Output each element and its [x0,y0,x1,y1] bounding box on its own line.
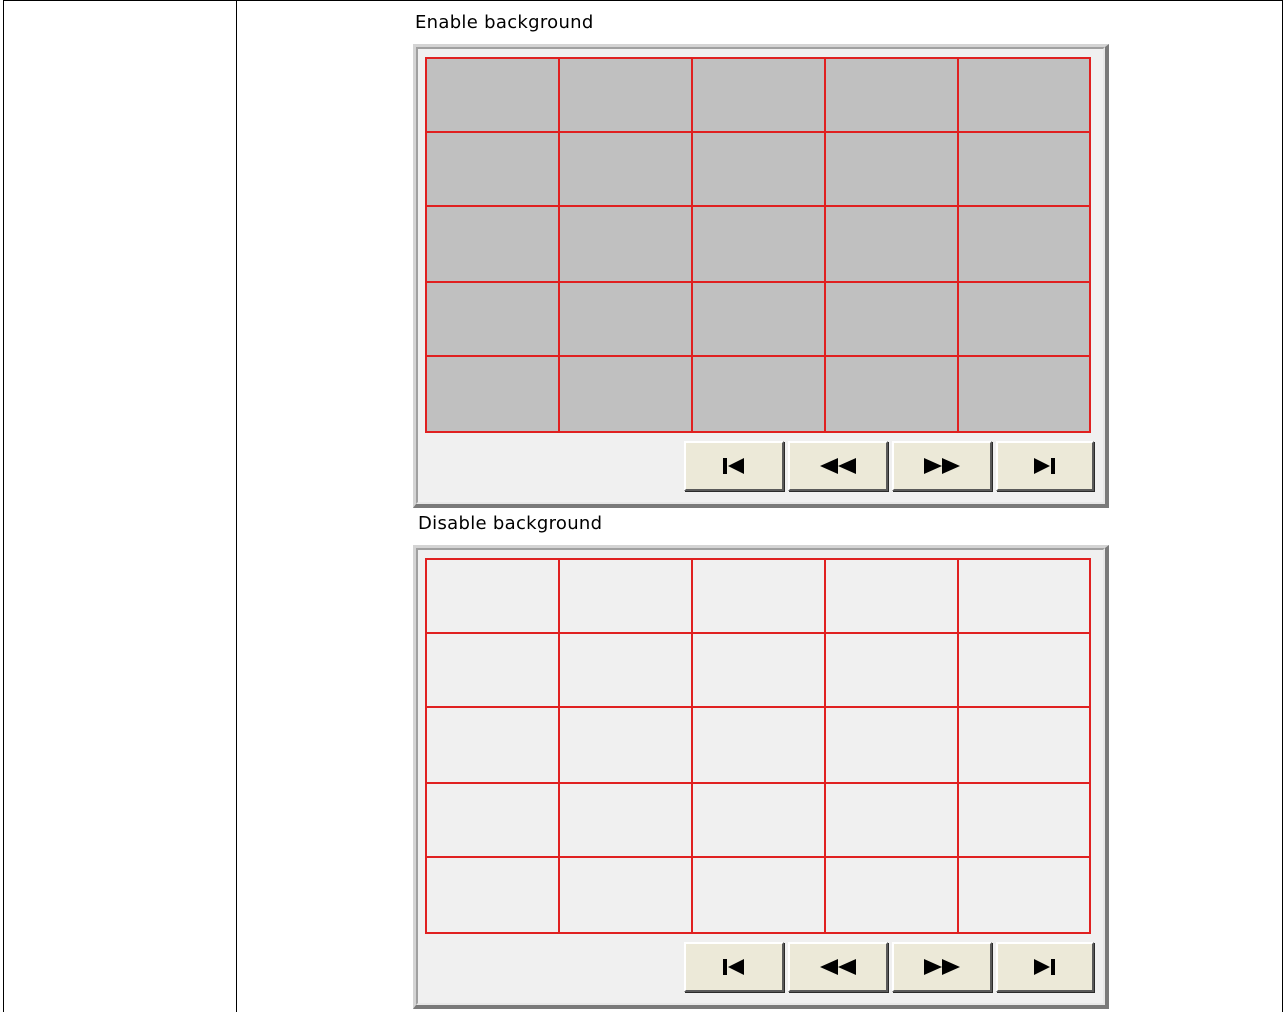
grid-cell[interactable] [427,283,560,357]
grid-cell[interactable] [826,784,959,858]
grid-cell[interactable] [826,133,959,207]
grid-cell[interactable] [560,634,693,708]
grid-cell[interactable] [427,708,560,784]
grid-cell[interactable] [560,784,693,858]
grid-cell[interactable] [560,133,693,207]
grid-cell[interactable] [959,784,1091,858]
grid-cell[interactable] [560,283,693,357]
grid-cell[interactable] [560,207,693,283]
next-page-button[interactable] [892,441,992,491]
grid-cell[interactable] [693,858,826,934]
grid-cell[interactable] [427,59,560,133]
column-divider [236,0,237,1012]
panel-caption: Enable background [415,12,594,33]
grid-cell[interactable] [959,634,1091,708]
grid-cell[interactable] [826,59,959,133]
grid-cell[interactable] [826,858,959,934]
pager-panel [413,44,1109,508]
grid-cell[interactable] [959,560,1091,634]
grid-cell[interactable] [826,560,959,634]
cell-grid [425,558,1091,934]
first-page-button[interactable] [684,441,784,491]
grid-cell[interactable] [560,59,693,133]
grid-cell[interactable] [427,133,560,207]
previous-page-button[interactable] [788,942,888,992]
previous-page-button[interactable] [788,441,888,491]
grid-cell[interactable] [560,357,693,433]
grid-cell[interactable] [427,357,560,433]
grid-cell[interactable] [826,634,959,708]
grid-cell[interactable] [693,59,826,133]
grid-cell[interactable] [959,283,1091,357]
grid-cell[interactable] [693,357,826,433]
grid-cell[interactable] [427,858,560,934]
grid-cell[interactable] [427,634,560,708]
grid-cell[interactable] [826,283,959,357]
grid-cell[interactable] [959,133,1091,207]
grid-cell[interactable] [959,59,1091,133]
next-page-button[interactable] [892,942,992,992]
grid-cell[interactable] [693,784,826,858]
grid-cell[interactable] [560,560,693,634]
panel-caption: Disable background [418,513,603,534]
grid-cell[interactable] [693,283,826,357]
cell-grid [425,57,1091,433]
grid-cell[interactable] [959,708,1091,784]
grid-cell[interactable] [826,207,959,283]
last-page-button[interactable] [996,942,1094,992]
grid-cell[interactable] [427,207,560,283]
pager-panel [413,545,1109,1009]
grid-cell[interactable] [693,133,826,207]
last-page-button[interactable] [996,441,1094,491]
grid-cell[interactable] [826,708,959,784]
grid-cell[interactable] [959,357,1091,433]
grid-cell[interactable] [959,858,1091,934]
grid-cell[interactable] [560,708,693,784]
grid-cell[interactable] [693,708,826,784]
grid-cell[interactable] [693,207,826,283]
grid-cell[interactable] [826,357,959,433]
grid-cell[interactable] [427,560,560,634]
grid-cell[interactable] [693,560,826,634]
grid-cell[interactable] [959,207,1091,283]
first-page-button[interactable] [684,942,784,992]
grid-cell[interactable] [427,784,560,858]
grid-cell[interactable] [693,634,826,708]
grid-cell[interactable] [560,858,693,934]
